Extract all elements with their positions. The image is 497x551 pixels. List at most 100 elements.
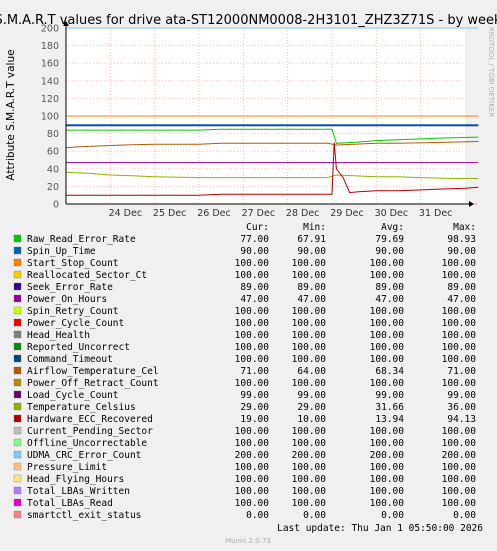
legend-value-min: 67.91	[297, 234, 326, 245]
legend-value-max: 0.00	[453, 510, 476, 521]
legend-value-avg: 100.00	[370, 426, 405, 437]
legend-value-avg: 200.00	[370, 450, 405, 461]
legend-swatch	[13, 486, 22, 495]
legend-value-max: 100.00	[442, 378, 477, 389]
legend-value-min: 90.00	[297, 246, 326, 257]
legend-swatch	[13, 366, 22, 375]
legend-swatch	[13, 498, 22, 507]
legend-value-max: 47.00	[447, 294, 476, 305]
legend-value-max: 100.00	[442, 438, 477, 449]
legend-value-max: 99.00	[447, 390, 476, 401]
legend-swatch	[13, 330, 22, 339]
legend-value-min: 200.00	[292, 450, 327, 461]
y-tick-label: 0	[53, 200, 59, 211]
rrdtool-watermark: RRDTOOL / TOBI OETIKER	[487, 27, 495, 117]
legend: Cur: Min: Avg: Max: Raw_Read_Error_Rate 77.00…	[13, 222, 477, 521]
legend-value-min: 100.00	[292, 306, 327, 317]
legend-swatch	[13, 354, 22, 363]
legend-series-name: Power_On_Hours	[27, 294, 107, 305]
legend-series-name: Head_Health	[27, 330, 90, 341]
y-tick-label: 100	[41, 112, 59, 123]
legend-value-cur: 200.00	[235, 450, 270, 461]
legend-value-min: 100.00	[292, 462, 327, 473]
legend-value-avg: 100.00	[370, 342, 405, 353]
legend-value-cur: 100.00	[235, 438, 270, 449]
legend-value-min: 99.00	[297, 390, 326, 401]
legend-value-min: 0.00	[303, 510, 326, 521]
legend-series-name: Command_Timeout	[27, 354, 113, 365]
legend-value-max: 36.00	[447, 402, 476, 413]
legend-value-cur: 100.00	[235, 330, 270, 341]
y-tick-labels: 0 20 40 60 80 100 120 140 160 180 200	[41, 24, 59, 211]
y-tick-label: 200	[41, 24, 59, 35]
legend-swatch	[13, 450, 22, 459]
legend-column-header: Cur:	[246, 222, 269, 233]
legend-series-name: Total_LBAs_Read	[27, 498, 113, 509]
legend-value-min: 100.00	[292, 498, 327, 509]
legend-series-name: Total_LBAs_Written	[27, 486, 130, 497]
legend-value-cur: 100.00	[235, 486, 270, 497]
legend-value-avg: 31.66	[375, 402, 404, 413]
legend-value-max: 100.00	[442, 330, 477, 341]
legend-value-max: 100.00	[442, 318, 477, 329]
legend-value-cur: 100.00	[235, 258, 270, 269]
x-tick-label: 24 Dec	[109, 208, 143, 219]
y-axis-label: Attribute S.M.A.R.T value	[5, 49, 17, 180]
y-tick-label: 60	[47, 147, 59, 158]
legend-value-min: 100.00	[292, 426, 327, 437]
legend-value-max: 98.93	[447, 234, 476, 245]
legend-value-max: 100.00	[442, 342, 477, 353]
x-tick-label: 25 Dec	[153, 208, 187, 219]
legend-swatch	[13, 378, 22, 387]
x-axis-arrow	[469, 201, 474, 207]
y-tick-label: 20	[47, 182, 59, 193]
legend-swatch	[13, 426, 22, 435]
legend-value-cur: 47.00	[240, 294, 269, 305]
legend-value-min: 100.00	[292, 354, 327, 365]
legend-value-max: 100.00	[442, 498, 477, 509]
legend-value-min: 100.00	[292, 330, 327, 341]
legend-series-name: UDMA_CRC_Error_Count	[27, 450, 141, 461]
x-tick-labels: 24 Dec 25 Dec 26 Dec 27 Dec 28 Dec 29 Dec 30 D…	[109, 208, 453, 219]
legend-value-avg: 100.00	[370, 270, 405, 281]
legend-value-max: 71.00	[447, 366, 476, 377]
legend-value-max: 94.13	[447, 414, 476, 425]
legend-swatch	[13, 474, 22, 483]
legend-value-avg: 89.00	[375, 282, 404, 293]
legend-value-avg: 100.00	[370, 378, 405, 389]
legend-value-avg: 100.00	[370, 354, 405, 365]
legend-series-name: Load_Cycle_Count	[27, 390, 119, 401]
legend-swatch	[13, 270, 22, 279]
legend-series-name: Start_Stop_Count	[27, 258, 119, 269]
legend-value-max: 100.00	[442, 354, 477, 365]
legend-value-max: 100.00	[442, 462, 477, 473]
legend-value-avg: 100.00	[370, 498, 405, 509]
legend-swatch	[13, 402, 22, 411]
y-tick-label: 140	[41, 76, 59, 87]
legend-value-min: 100.00	[292, 342, 327, 353]
legend-value-cur: 100.00	[235, 474, 270, 485]
munin-version: Munin 2.0.73	[225, 537, 271, 545]
legend-value-avg: 90.00	[375, 246, 404, 257]
legend-swatch	[13, 306, 22, 315]
legend-swatch	[13, 246, 22, 255]
legend-column-header: Max:	[453, 222, 476, 233]
legend-value-max: 100.00	[442, 474, 477, 485]
legend-swatch	[13, 318, 22, 327]
legend-series-name: Reallocated_Sector_Ct	[27, 270, 147, 281]
legend-series-name: Power_Off_Retract_Count	[27, 378, 159, 389]
legend-value-avg: 100.00	[370, 462, 405, 473]
legend-series-name: Spin_Up_Time	[27, 246, 96, 257]
x-tick-label: 30 Dec	[375, 208, 409, 219]
x-tick-label: 29 Dec	[330, 208, 364, 219]
legend-value-max: 89.00	[447, 282, 476, 293]
legend-swatch	[13, 510, 22, 519]
legend-value-cur: 0.00	[246, 510, 269, 521]
legend-series-name: Seek_Error_Rate	[27, 282, 113, 293]
legend-series-name: Head_Flying_Hours	[27, 474, 124, 485]
legend-value-cur: 99.00	[240, 390, 269, 401]
legend-value-avg: 13.94	[375, 414, 404, 425]
legend-series-name: Power_Cycle_Count	[27, 318, 124, 329]
chart: S.M.A.R.T values for drive ata-ST12000NM…	[0, 13, 497, 545]
legend-value-cur: 90.00	[240, 246, 269, 257]
